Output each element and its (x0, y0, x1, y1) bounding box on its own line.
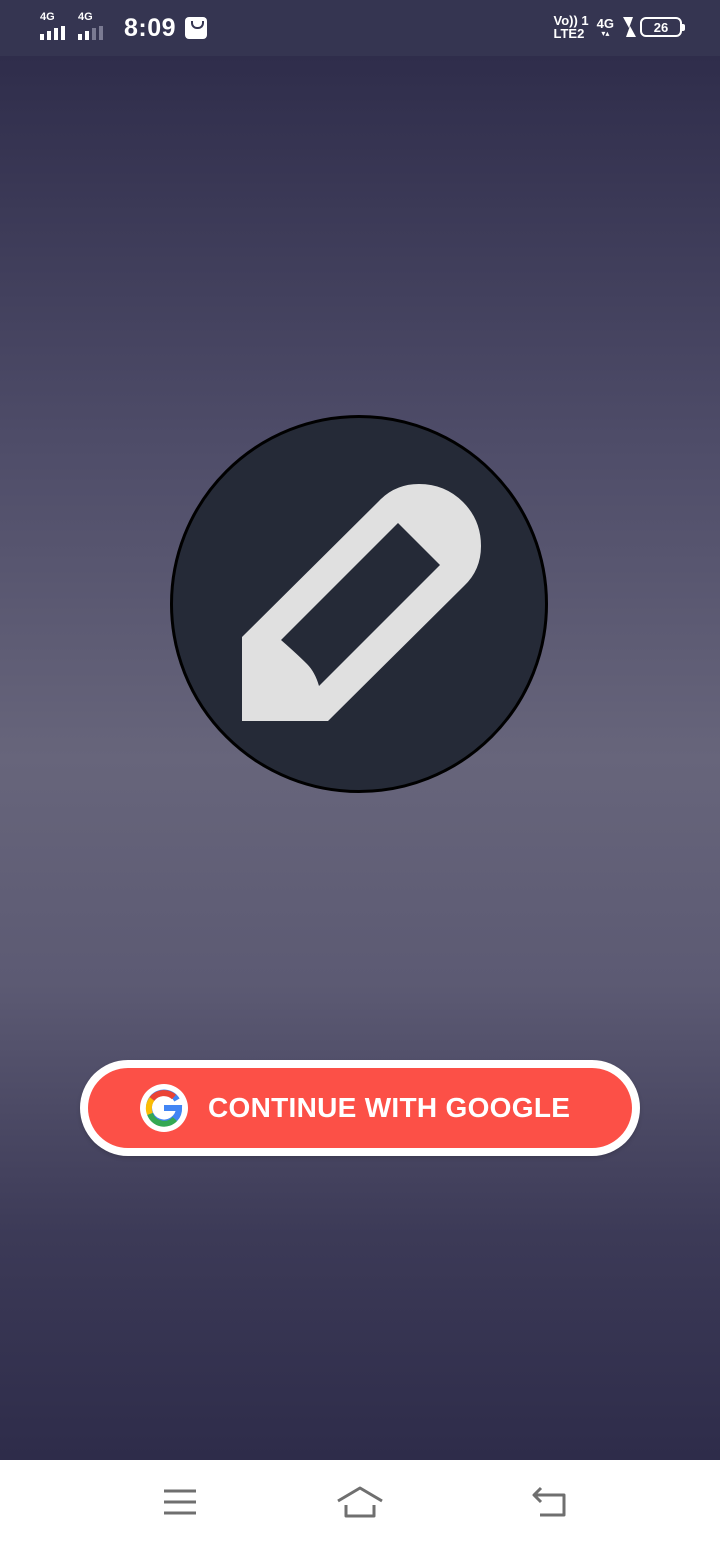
battery-level: 26 (653, 19, 669, 35)
app-logo (170, 415, 548, 793)
back-icon (532, 1486, 566, 1517)
navigation-bar (0, 1460, 720, 1544)
shopping-bag-icon (185, 17, 208, 39)
google-button-face: CONTINUE WITH GOOGLE (88, 1068, 632, 1148)
sim2-signal-icon: 4G (76, 12, 108, 40)
sim2-network-label: 4G (78, 11, 93, 23)
back-button[interactable] (520, 1478, 580, 1526)
pencil-icon (242, 484, 481, 721)
menu-button[interactable] (150, 1478, 210, 1526)
sim1-signal-icon: 4G (38, 12, 70, 40)
charging-icon (622, 17, 636, 37)
battery-icon: 26 (640, 17, 685, 37)
login-screen: CONTINUE WITH GOOGLE (0, 56, 720, 1460)
sim1-network-label: 4G (40, 11, 55, 23)
status-bar: 4G 4G 8:09 Vo)) 1 LTE2 4G ▾▴ 26 (0, 0, 720, 56)
volte-line2: LTE2 (553, 26, 585, 41)
status-left: 4G 4G 8:09 (38, 12, 208, 44)
volte-indicator: Vo)) 1 LTE2 (554, 14, 589, 40)
home-button[interactable] (330, 1478, 390, 1526)
menu-icon (164, 1489, 196, 1515)
data-network-icon: 4G ▾▴ (596, 15, 614, 38)
continue-with-google-button[interactable]: CONTINUE WITH GOOGLE (80, 1060, 640, 1156)
google-icon (140, 1084, 188, 1132)
status-right: Vo)) 1 LTE2 4G ▾▴ 26 (554, 14, 685, 40)
home-icon (337, 1486, 383, 1518)
clock: 8:09 (124, 14, 177, 42)
continue-with-google-label: CONTINUE WITH GOOGLE (208, 1092, 571, 1123)
